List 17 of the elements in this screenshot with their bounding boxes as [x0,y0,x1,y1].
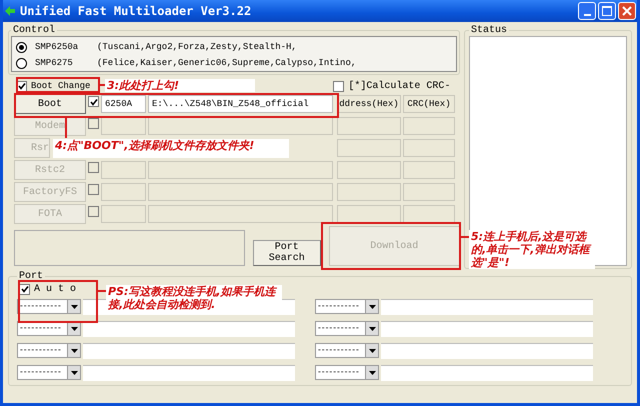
radio-label: SMP6250a [35,42,80,52]
column-header: CRC(Hex) [403,95,455,113]
checkbox-label: Boot Change [31,81,90,91]
window-title: Unified Fast Multiloader Ver3.22 [20,4,252,18]
annotation-tooltip: 5:连上手机后,这是可选的,单击一下,弹出对话框选"是"! [469,230,595,269]
annotation-tooltip: 3:此处打上勾! [105,79,255,92]
model-list: (Tuscani,Argo2,Forza,Zesty,Stealth-H, [97,42,297,52]
annotation-tooltip: 4:点"BOOT",选择刷机文件存放文件夹! [53,139,289,158]
annotation-tooltip: PS:写这教程没连手机,如果手机连接,此处会自动检测到. [106,285,282,311]
checkbox-label: [*]Calculate CRC- [348,80,450,92]
checkbox-label: A u t o [34,284,76,294]
group-label: Control [12,25,56,36]
radio-label: SMP6275 [35,58,74,68]
model-list: (Felice,Kaiser,Generic06,Supreme,Calypso,Intino, [97,58,356,68]
group-label: Port [18,271,44,282]
group-label: Status [470,25,508,36]
column-header: ddress(Hex) [337,95,401,113]
